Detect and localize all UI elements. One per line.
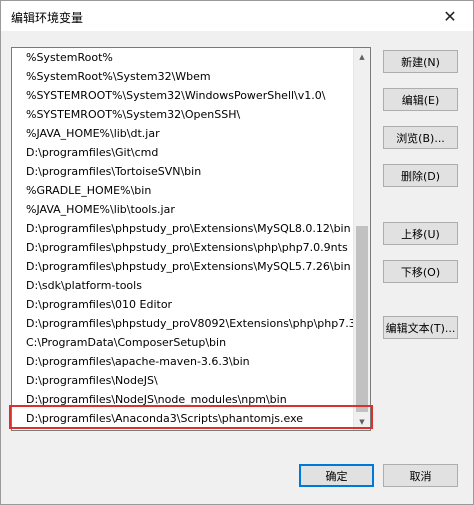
- move-down-button[interactable]: 下移(O): [383, 260, 458, 283]
- scroll-thumb[interactable]: [356, 226, 368, 412]
- path-list-item[interactable]: D:\programfiles\NodeJS\: [12, 371, 354, 390]
- title-bar: 编辑环境变量 ✕: [1, 1, 473, 31]
- cancel-button[interactable]: 取消: [383, 464, 458, 487]
- path-list[interactable]: %SystemRoot% %SystemRoot%\System32\Wbem %S…: [11, 47, 371, 431]
- scroll-up-icon[interactable]: ▲: [354, 48, 370, 65]
- path-list-item[interactable]: %JAVA_HOME%\lib\tools.jar: [12, 200, 354, 219]
- path-list-item[interactable]: D:\programfiles\010 Editor: [12, 295, 354, 314]
- path-list-item[interactable]: D:\programfiles\phpstudy_pro\Extensions\…: [12, 257, 354, 276]
- path-list-item[interactable]: %JAVA_HOME%\lib\dt.jar: [12, 124, 354, 143]
- scroll-down-icon[interactable]: ▼: [354, 413, 370, 430]
- ok-button[interactable]: 确定: [299, 464, 374, 487]
- new-button[interactable]: 新建(N): [383, 50, 458, 73]
- dialog-title: 编辑环境变量: [11, 11, 84, 25]
- path-list-item[interactable]: D:\programfiles\Git\cmd: [12, 143, 354, 162]
- path-list-item[interactable]: %SYSTEMROOT%\System32\OpenSSH\: [12, 105, 354, 124]
- path-list-item[interactable]: D:\programfiles\apache-maven-3.6.3\bin: [12, 352, 354, 371]
- path-list-item[interactable]: D:\programfiles\phpstudy_pro\Extensions\…: [12, 238, 354, 257]
- path-list-item[interactable]: D:\programfiles\phpstudy_proV8092\Extens…: [12, 314, 354, 333]
- close-icon: ✕: [443, 6, 457, 26]
- move-up-button[interactable]: 上移(U): [383, 222, 458, 245]
- delete-button[interactable]: 删除(D): [383, 164, 458, 187]
- browse-button[interactable]: 浏览(B)...: [383, 126, 458, 149]
- edit-text-button[interactable]: 编辑文本(T)...: [383, 316, 458, 339]
- path-list-item[interactable]: %SystemRoot%: [12, 48, 354, 67]
- path-list-rows: %SystemRoot% %SystemRoot%\System32\Wbem %S…: [12, 48, 354, 428]
- path-list-item[interactable]: %SYSTEMROOT%\System32\WindowsPowerShell\…: [12, 86, 354, 105]
- path-list-item[interactable]: %GRADLE_HOME%\bin: [12, 181, 354, 200]
- close-button[interactable]: ✕: [427, 1, 473, 31]
- path-list-item[interactable]: D:\programfiles\TortoiseSVN\bin: [12, 162, 354, 181]
- path-list-item[interactable]: D:\programfiles\Anaconda3\Scripts\phanto…: [12, 409, 354, 428]
- edit-button[interactable]: 编辑(E): [383, 88, 458, 111]
- path-list-item[interactable]: C:\ProgramData\ComposerSetup\bin: [12, 333, 354, 352]
- path-list-item[interactable]: D:\sdk\platform-tools: [12, 276, 354, 295]
- edit-env-var-dialog: 编辑环境变量 ✕ %SystemRoot% %SystemRoot%\System…: [0, 0, 474, 505]
- path-list-item[interactable]: D:\programfiles\phpstudy_pro\Extensions\…: [12, 219, 354, 238]
- path-list-item[interactable]: %SystemRoot%\System32\Wbem: [12, 67, 354, 86]
- path-list-item[interactable]: D:\programfiles\NodeJS\node_modules\npm\…: [12, 390, 354, 409]
- vertical-scrollbar[interactable]: ▲ ▼: [353, 48, 370, 430]
